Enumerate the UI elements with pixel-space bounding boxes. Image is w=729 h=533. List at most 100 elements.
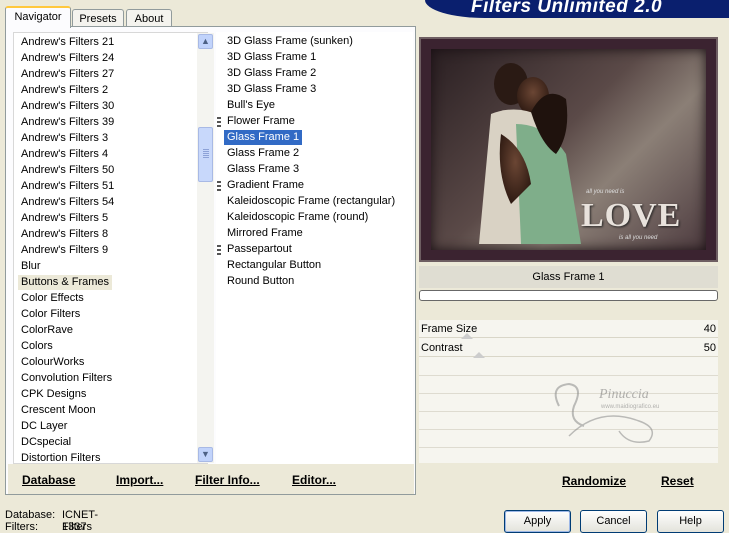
filter-item[interactable]: Kaleidoscopic Frame (round)	[224, 210, 371, 225]
filter-item-label: Glass Frame 1	[227, 131, 300, 143]
category-item[interactable]: DC Layer	[18, 419, 70, 434]
status-database-label: Database:	[5, 509, 56, 521]
watermark-text: Pinuccia	[598, 387, 649, 402]
filter-item[interactable]: 3D Glass Frame 1	[224, 50, 319, 65]
filter-item[interactable]: Glass Frame 3	[224, 162, 302, 177]
category-item[interactable]: Andrew's Filters 9	[18, 243, 111, 258]
category-item[interactable]: Andrew's Filters 4	[18, 147, 111, 162]
love-small-top: all you need is	[586, 189, 625, 195]
category-scrollbar[interactable]: ▲ ▼	[197, 33, 214, 463]
divider	[419, 447, 718, 448]
filter-item-label: Round Button	[227, 275, 295, 287]
filter-item-label: Kaleidoscopic Frame (rectangular)	[227, 195, 396, 207]
slider-value: 50	[703, 342, 716, 354]
filter-item[interactable]: Bull's Eye	[224, 98, 278, 113]
title-banner: Filters Unlimited 2.0	[425, 0, 729, 18]
filter-item[interactable]: Kaleidoscopic Frame (rectangular)	[224, 194, 398, 209]
category-item[interactable]: Andrew's Filters 5	[18, 211, 111, 226]
filter-item[interactable]: Gradient Frame	[217, 178, 307, 193]
database-button[interactable]: Database	[22, 473, 75, 487]
scroll-thumb[interactable]	[198, 127, 213, 182]
category-item[interactable]: Andrew's Filters 51	[18, 179, 117, 194]
category-item[interactable]: Andrew's Filters 50	[18, 163, 117, 178]
filter-item[interactable]: Mirrored Frame	[224, 226, 306, 241]
filter-item-label: Glass Frame 2	[227, 147, 300, 159]
filter-item-label: 3D Glass Frame 3	[227, 83, 317, 95]
filter-item[interactable]: Passepartout	[217, 242, 295, 257]
filter-item[interactable]: 3D Glass Frame (sunken)	[224, 34, 356, 49]
slider-thumb[interactable]	[473, 352, 485, 358]
navigator-panel: Andrew's Filters 21 Andrew's Filters 24 An…	[5, 26, 416, 495]
category-item[interactable]: Andrew's Filters 54	[18, 195, 117, 210]
category-item[interactable]: Andrew's Filters 21	[18, 35, 117, 50]
filter-item-label: 3D Glass Frame 1	[227, 51, 317, 63]
category-item[interactable]: ColourWorks	[18, 355, 87, 370]
scroll-grip-icon	[203, 149, 209, 158]
parameter-bottom-bar: Randomize Reset	[419, 465, 718, 493]
category-item[interactable]: Andrew's Filters 27	[18, 67, 117, 82]
category-item[interactable]: Blur	[18, 259, 44, 274]
filter-item[interactable]: 3D Glass Frame 2	[224, 66, 319, 81]
filter-item-label: 3D Glass Frame (sunken)	[227, 35, 353, 47]
filter-item[interactable]: Flower Frame	[217, 114, 298, 129]
status-database: Database: ICNET-Filters	[5, 509, 98, 533]
reset-button[interactable]: Reset	[661, 474, 694, 488]
scroll-up-button[interactable]: ▲	[198, 34, 213, 49]
filter-item-label: 3D Glass Frame 2	[227, 67, 317, 79]
banner-title: Filters Unlimited 2.0	[471, 0, 663, 17]
category-item[interactable]: Andrew's Filters 30	[18, 99, 117, 114]
cancel-button[interactable]: Cancel	[580, 510, 647, 533]
import-button[interactable]: Import...	[116, 473, 163, 487]
group-indicator-icon	[217, 181, 221, 191]
filter-item[interactable]: Round Button	[224, 274, 297, 289]
filter-item-label: Kaleidoscopic Frame (round)	[227, 211, 369, 223]
category-item[interactable]: Convolution Filters	[18, 371, 115, 386]
group-indicator-icon	[217, 245, 221, 255]
category-item[interactable]: Andrew's Filters 24	[18, 51, 117, 66]
watermark-subtext: www.maidiografico.eu	[600, 404, 659, 410]
filter-item[interactable]: 3D Glass Frame 3	[224, 82, 319, 97]
slider-frame-size[interactable]: Frame Size 40	[419, 320, 718, 339]
category-item[interactable]: DCspecial	[18, 435, 74, 450]
slider-value: 40	[703, 323, 716, 335]
category-item[interactable]: Color Filters	[18, 307, 83, 322]
category-item[interactable]: Andrew's Filters 2	[18, 83, 111, 98]
slider-contrast[interactable]: Contrast 50	[419, 339, 718, 358]
navigator-bottom-bar: Database Import... Filter Info... Editor…	[8, 464, 414, 494]
scroll-down-button[interactable]: ▼	[198, 447, 213, 462]
help-button[interactable]: Help	[657, 510, 724, 533]
editor-button[interactable]: Editor...	[292, 473, 336, 487]
status-filters: Filters: 1337	[5, 521, 86, 533]
category-item[interactable]: Andrew's Filters 39	[18, 115, 117, 130]
current-filter-name: Glass Frame 1	[419, 266, 718, 288]
tab-navigator[interactable]: Navigator	[5, 6, 71, 28]
preview-image: all you need is LOVE is all you need	[419, 37, 718, 262]
apply-button[interactable]: Apply	[504, 510, 571, 533]
watermark-logo: Pinuccia www.maidiografico.eu	[554, 382, 659, 443]
progress-bar	[419, 290, 718, 301]
filter-info-button[interactable]: Filter Info...	[195, 473, 260, 487]
filter-item-label: Rectangular Button	[227, 259, 322, 271]
filter-item-label: Mirrored Frame	[227, 227, 303, 239]
category-item[interactable]: Colors	[18, 339, 56, 354]
category-item[interactable]: Crescent Moon	[18, 403, 99, 418]
preview-frame: all you need is LOVE is all you need	[431, 49, 706, 250]
status-filters-label: Filters:	[5, 521, 38, 533]
love-text: LOVE	[581, 197, 682, 234]
category-item[interactable]: Andrew's Filters 8	[18, 227, 111, 242]
filter-item[interactable]: Glass Frame 2	[224, 146, 302, 161]
status-filters-value: 1337	[62, 521, 87, 533]
slider-label: Contrast	[421, 342, 463, 354]
category-item[interactable]: Color Effects	[18, 291, 87, 306]
category-list[interactable]: Andrew's Filters 21 Andrew's Filters 24 An…	[13, 32, 214, 464]
filter-item-label: Gradient Frame	[227, 179, 305, 191]
category-item[interactable]: Andrew's Filters 3	[18, 131, 111, 146]
randomize-button[interactable]: Randomize	[562, 474, 626, 488]
category-item[interactable]: Buttons & Frames	[18, 275, 113, 290]
category-item[interactable]: ColorRave	[18, 323, 76, 338]
parameter-area: Frame Size 40 Contrast 50 Pinuccia www.m…	[419, 320, 718, 463]
filter-list[interactable]: 3D Glass Frame (sunken) 3D Glass Frame 1 3…	[216, 32, 413, 464]
filter-item[interactable]: Glass Frame 1	[224, 130, 303, 145]
filter-item[interactable]: Rectangular Button	[224, 258, 324, 273]
category-item[interactable]: CPK Designs	[18, 387, 89, 402]
